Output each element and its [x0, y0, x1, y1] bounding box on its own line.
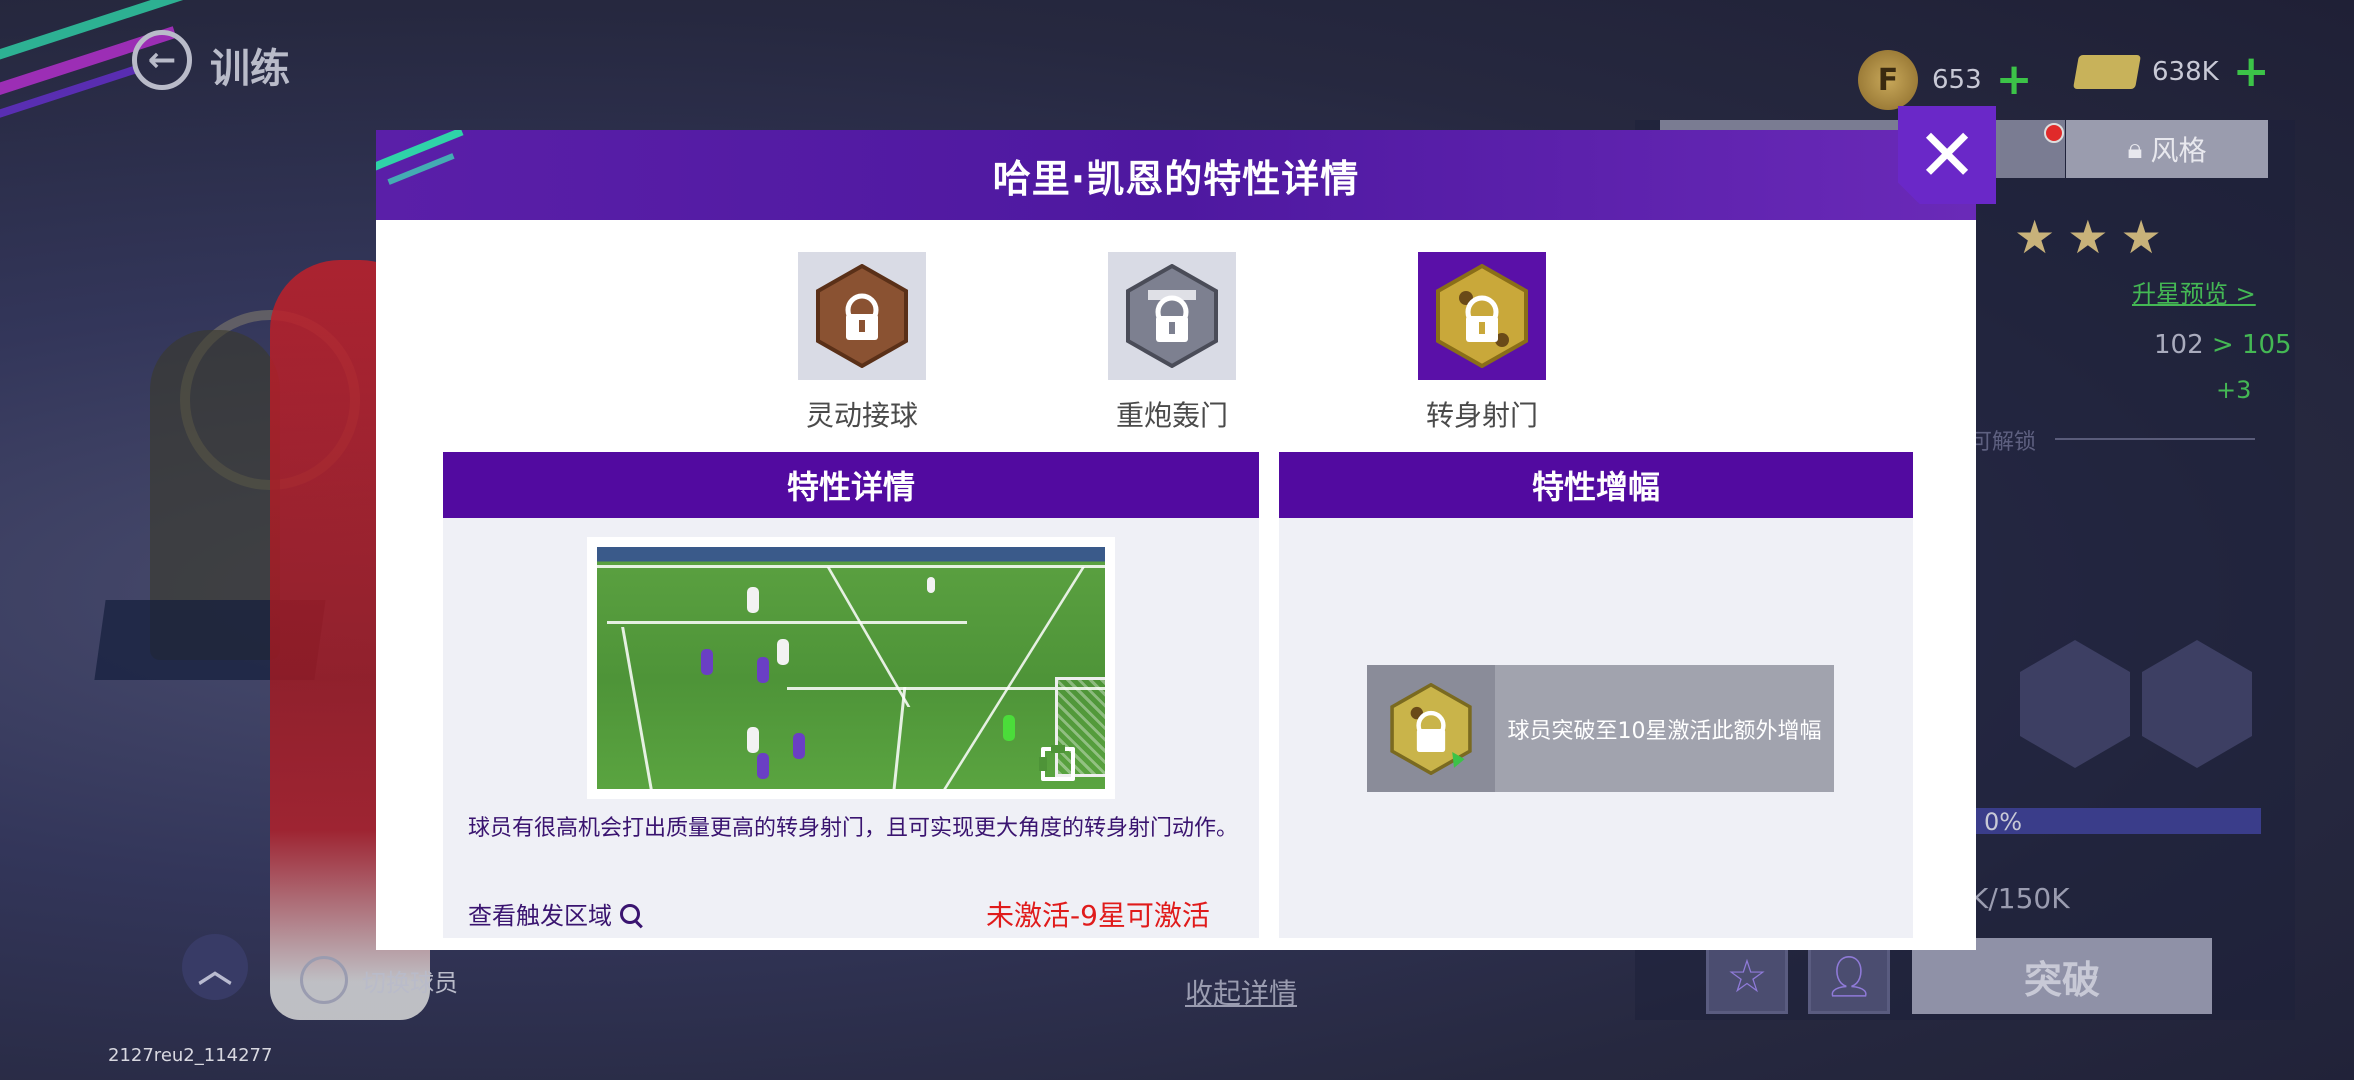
page-title: 训练 — [210, 46, 290, 92]
cash-balance: 638K + — [2073, 50, 2270, 94]
pitch-line — [597, 565, 1105, 568]
back-button[interactable]: ← — [132, 30, 192, 90]
unlock-text: 可解锁 — [1970, 430, 2037, 455]
coin-icon: F — [1858, 50, 1918, 110]
player-dot — [777, 639, 789, 665]
expand-up-button[interactable]: ︿ — [182, 934, 248, 1000]
rating-to: > 105 — [2211, 330, 2292, 360]
player-dot — [747, 587, 759, 613]
details-section-header: 特性详情 — [443, 452, 1259, 518]
player-puzzle-icon: 👤︎ — [1823, 953, 1875, 1000]
trait-tile — [798, 252, 926, 380]
pitch-preview — [597, 547, 1105, 789]
coin-value: 653 — [1932, 65, 1982, 95]
notification-dot — [2044, 123, 2064, 143]
trait-label: 重炮轰门 — [1115, 399, 1228, 432]
trait-label: 转身射门 — [1425, 399, 1538, 432]
boost-thumb — [1367, 665, 1495, 792]
build-id: 2127reu2_114277 — [108, 1045, 273, 1066]
trait-tile-selected — [1418, 252, 1546, 380]
boost-card: 球员突破至10星激活此额外增幅 — [1367, 665, 1834, 792]
player-dot — [793, 733, 805, 759]
trait-demo-video[interactable] — [587, 537, 1115, 799]
trait-badge-icon — [1126, 264, 1218, 368]
add-coins-button[interactable]: + — [1996, 58, 2033, 102]
pitch-line — [607, 621, 967, 624]
trait-description: 球员有很高机会打出质量更高的转身射门，且可实现更大角度的转身射门动作。 — [468, 816, 1239, 841]
switch-player-label: 切换球员 — [362, 968, 458, 997]
player-dot — [701, 649, 713, 675]
add-cash-button[interactable]: + — [2233, 50, 2270, 94]
star-icon: ★ — [2067, 210, 2109, 264]
trait-tile — [1108, 252, 1236, 380]
modal-header: 哈里·凯恩的特性详情 — [376, 130, 1976, 220]
trigger-link-label: 查看触发区域 — [468, 902, 612, 930]
trait-badge-icon — [816, 264, 908, 368]
goalkeeper-dot — [1003, 715, 1015, 741]
tab-style-label: 风格 — [2150, 134, 2207, 167]
back-arrow-icon: ← — [147, 40, 177, 80]
trait-item-agile-receive[interactable]: 灵动接球 — [772, 252, 952, 434]
user-switch-icon — [300, 956, 348, 1004]
trait-item-power-shot[interactable]: 重炮轰门 — [1082, 252, 1262, 434]
tab-style[interactable]: 🔒︎ 风格 — [2066, 120, 2268, 178]
pitch-line — [890, 687, 907, 789]
upgrade-preview-link[interactable]: 升星预览 > — [2132, 274, 2256, 309]
close-button[interactable]: ✕ — [1898, 106, 1996, 204]
view-trigger-area-link[interactable]: 查看触发区域 — [468, 896, 640, 931]
cash-value: 638K — [2152, 57, 2219, 87]
progress-count: K/150K — [1970, 882, 2070, 915]
star-icon: ★ — [2120, 210, 2162, 264]
lock-icon: 🔒︎ — [2127, 132, 2143, 165]
star-badge-icon: ☆ — [1726, 949, 1768, 1003]
divider — [2055, 438, 2255, 440]
boost-card-text: 球员突破至10星激活此额外增幅 — [1507, 718, 1822, 744]
coin-balance: F 653 + — [1858, 50, 2033, 110]
player-dot — [757, 657, 769, 683]
locked-trait-icon — [1390, 682, 1472, 775]
boost-section-header: 特性增幅 — [1279, 452, 1913, 518]
trait-badge-icon — [1436, 264, 1528, 368]
pitch-line — [621, 627, 656, 789]
player-dot — [757, 753, 769, 779]
fullscreen-icon[interactable] — [1039, 745, 1075, 781]
cash-icon — [2073, 55, 2141, 89]
search-icon — [620, 903, 640, 924]
switch-player-button[interactable]: 切换球员 — [300, 956, 458, 1004]
star-rating: ★ ★ ★ — [2014, 210, 2162, 264]
rating-delta: +3 — [2216, 376, 2252, 404]
modal-title: 哈里·凯恩的特性详情 — [992, 156, 1360, 201]
rating-from: 102 — [2154, 330, 2204, 360]
pitch-line — [826, 567, 911, 707]
chevron-up-icon: ︿ — [198, 950, 232, 991]
trait-label: 灵动接球 — [805, 399, 918, 432]
close-icon: ✕ — [1916, 113, 1978, 197]
player-dot — [927, 577, 935, 593]
star-icon: ★ — [2014, 210, 2056, 264]
collapse-details-link[interactable]: 收起详情 — [1185, 972, 1297, 1012]
rating-change: 102 > 105 — [2154, 330, 2292, 360]
decor-stripe — [0, 65, 138, 123]
activation-status: 未激活-9星可激活 — [986, 899, 1210, 932]
trait-item-turn-shot[interactable]: 转身射门 — [1392, 252, 1572, 434]
player-dot — [747, 727, 759, 753]
progress-percent: 0% — [1984, 808, 2023, 836]
